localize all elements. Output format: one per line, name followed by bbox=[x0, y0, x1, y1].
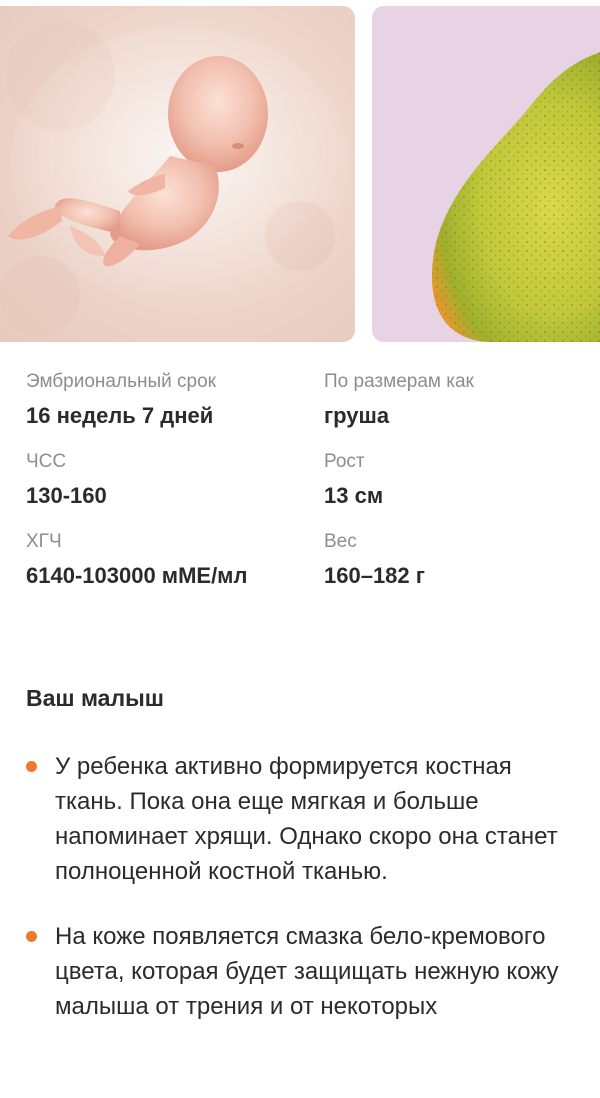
list-item-text: На коже появляется смазка бело-кремового… bbox=[55, 923, 559, 1020]
embryo-card[interactable] bbox=[0, 6, 355, 342]
list-item: У ребенка активно формируется костная тк… bbox=[26, 749, 576, 889]
stat-heart-rate: ЧСС 130-160 bbox=[26, 450, 276, 512]
stat-size-like: По размерам как груша bbox=[324, 370, 584, 432]
stat-value: 16 недель 7 дней bbox=[26, 403, 214, 428]
list-item: На коже появляется смазка бело-кремового… bbox=[26, 919, 576, 1024]
stat-label: Рост bbox=[324, 451, 365, 472]
stat-label: Эмбриональный срок bbox=[26, 371, 216, 392]
pear-card[interactable] bbox=[372, 6, 600, 342]
stat-value: 160–182 г bbox=[324, 563, 425, 588]
stat-label: ЧСС bbox=[26, 451, 67, 472]
stat-value: 130-160 bbox=[26, 483, 107, 508]
stat-hcg: ХГЧ 6140-103000 мМЕ/мл bbox=[26, 530, 276, 592]
stat-weight: Вес 160–182 г bbox=[324, 530, 584, 592]
embryo-illustration bbox=[0, 21, 350, 336]
bullet-dot-icon bbox=[26, 931, 37, 942]
stat-embryonic-term: Эмбриональный срок 16 недель 7 дней bbox=[26, 370, 276, 432]
pear-illustration bbox=[432, 52, 600, 342]
stat-label: По размерам как bbox=[324, 371, 474, 392]
stat-value: 13 см bbox=[324, 483, 384, 508]
baby-facts-list: У ребенка активно формируется костная тк… bbox=[26, 749, 576, 1054]
stat-value: 6140-103000 мМЕ/мл bbox=[26, 563, 248, 588]
section-title: Ваш малыш bbox=[26, 685, 164, 711]
bullet-dot-icon bbox=[26, 761, 37, 772]
list-item-text: У ребенка активно формируется костная тк… bbox=[55, 753, 558, 885]
image-carousel[interactable] bbox=[0, 6, 600, 342]
stat-label: ХГЧ bbox=[26, 531, 62, 552]
stat-value: груша bbox=[324, 403, 390, 428]
stat-label: Вес bbox=[324, 531, 357, 552]
stat-height: Рост 13 см bbox=[324, 450, 584, 512]
